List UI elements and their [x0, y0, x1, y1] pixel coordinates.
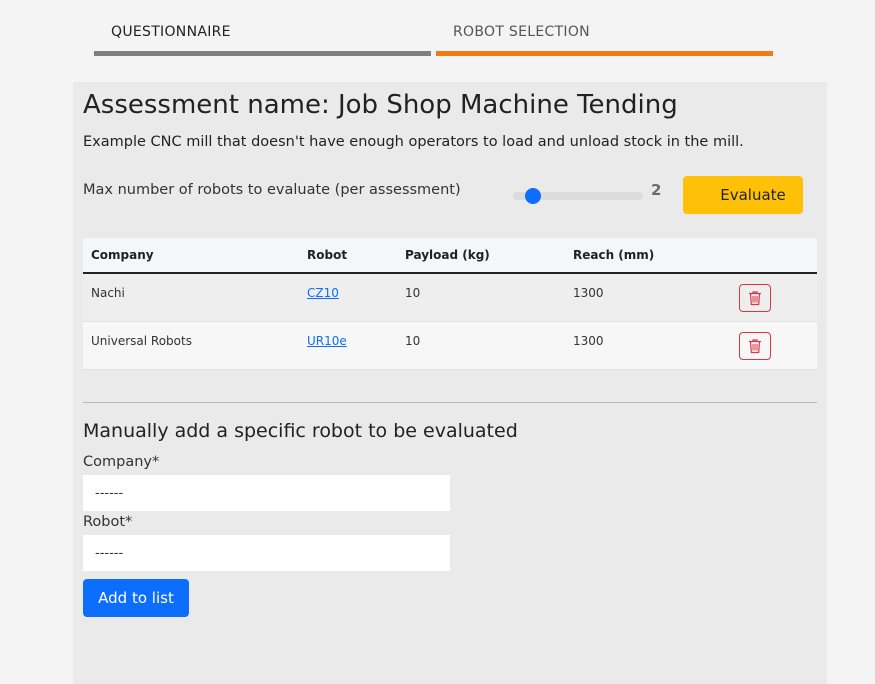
- section-divider: [83, 402, 817, 403]
- tab-questionnaire[interactable]: QUESTIONNAIRE: [94, 0, 431, 56]
- table-header: Company Robot Payload (kg) Reach (mm): [83, 238, 817, 274]
- table-row: Universal Robots UR10e 10 1300: [83, 322, 817, 370]
- company-select[interactable]: ------: [83, 475, 450, 511]
- assessment-title: Assessment name: Job Shop Machine Tendin…: [83, 90, 678, 120]
- robot-link[interactable]: CZ10: [307, 286, 339, 300]
- add-to-list-button[interactable]: Add to list: [83, 579, 189, 617]
- trash-icon: [749, 339, 761, 354]
- header-company: Company: [91, 248, 154, 262]
- cell-payload: 10: [405, 334, 421, 348]
- delete-button[interactable]: [739, 332, 771, 360]
- tab-bar: QUESTIONNAIRE ROBOT SELECTION: [94, 0, 774, 56]
- header-reach: Reach (mm): [573, 248, 655, 262]
- cell-company: Universal Robots: [91, 334, 192, 348]
- header-payload: Payload (kg): [405, 248, 490, 262]
- max-robots-slider-thumb[interactable]: [525, 188, 541, 204]
- evaluate-button[interactable]: Evaluate: [683, 176, 803, 214]
- tab-label: ROBOT SELECTION: [453, 24, 590, 40]
- cell-payload: 10: [405, 286, 421, 300]
- delete-button[interactable]: [739, 284, 771, 312]
- company-label: Company*: [83, 454, 160, 470]
- tab-robot-selection[interactable]: ROBOT SELECTION: [436, 0, 773, 56]
- max-robots-value: 2: [651, 181, 662, 199]
- manual-add-title: Manually add a specific robot to be eval…: [83, 420, 518, 442]
- header-robot: Robot: [307, 248, 348, 262]
- robot-table: Company Robot Payload (kg) Reach (mm) Na…: [83, 238, 817, 370]
- trash-icon: [749, 291, 761, 306]
- cell-reach: 1300: [573, 286, 604, 300]
- assessment-panel: Assessment name: Job Shop Machine Tendin…: [73, 82, 827, 684]
- cell-company: Nachi: [91, 286, 125, 300]
- cell-reach: 1300: [573, 334, 604, 348]
- tab-label: QUESTIONNAIRE: [111, 24, 231, 40]
- table-row: Nachi CZ10 10 1300: [83, 274, 817, 322]
- robot-select[interactable]: ------: [83, 535, 450, 571]
- robot-link[interactable]: UR10e: [307, 334, 347, 348]
- max-robots-label: Max number of robots to evaluate (per as…: [83, 182, 461, 198]
- assessment-description: Example CNC mill that doesn't have enoug…: [83, 134, 744, 150]
- robot-label: Robot*: [83, 514, 133, 530]
